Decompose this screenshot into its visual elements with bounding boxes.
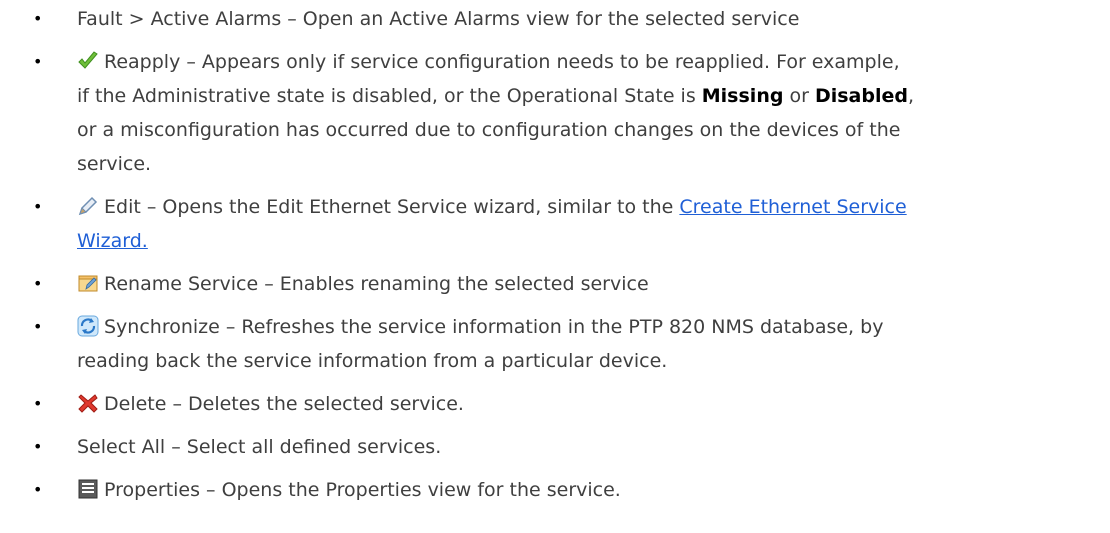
item-content: Reapply – Appears only if service config… [77, 45, 1097, 181]
or-text: or [783, 85, 815, 107]
sync-desc-1: Synchronize – Refreshes the service info… [104, 316, 884, 338]
edit-line-1: Edit – Opens the Edit Ethernet Service w… [77, 190, 1097, 224]
folder-rename-icon [77, 272, 99, 294]
delete-line: Delete – Deletes the selected service. [77, 387, 1097, 421]
item-content: Select All – Select all defined services… [77, 430, 1097, 464]
item-content: Properties – Opens the Properties view f… [77, 473, 1097, 507]
create-ethernet-service-link[interactable]: Create Ethernet Service [679, 196, 906, 218]
reapply-line-2-text: if the Administrative state is disabled,… [77, 85, 702, 107]
select-all-text: Select All – Select all defined services… [77, 436, 442, 458]
reapply-line-3: or a misconfiguration has occurred due t… [77, 119, 901, 141]
disabled-state: Disabled [814, 85, 908, 107]
sync-icon [77, 315, 99, 337]
properties-line: Properties – Opens the Properties view f… [77, 473, 1097, 507]
missing-state: Missing [701, 85, 784, 107]
sync-line-1: Synchronize – Refreshes the service info… [77, 310, 1097, 344]
create-ethernet-service-wizard-link[interactable]: Wizard. [77, 230, 148, 252]
bullet: • [33, 52, 43, 71]
rename-text: Rename Service – Enables renaming the se… [104, 273, 649, 295]
bullet-list: • Fault > Active Alarms – Open an Active… [0, 0, 1110, 533]
bullet: • [33, 437, 43, 456]
active-alarms-text: Fault > Active Alarms – Open an Active A… [77, 8, 800, 30]
item-content: Synchronize – Refreshes the service info… [77, 310, 1097, 378]
edit-line-2: Wizard. [77, 224, 1097, 258]
item-content: Delete – Deletes the selected service. [77, 387, 1097, 421]
sync-line-2: reading back the service information fro… [77, 350, 668, 372]
comma: , [907, 85, 915, 107]
properties-icon [77, 478, 99, 500]
checkmark-icon [77, 50, 99, 72]
bullet: • [33, 394, 43, 413]
reapply-desc: – Appears only if service configuration … [180, 51, 900, 73]
item-content: Rename Service – Enables renaming the se… [77, 267, 1097, 301]
bullet: • [33, 197, 43, 216]
rename-line: Rename Service – Enables renaming the se… [77, 267, 1097, 301]
item-content: Fault > Active Alarms – Open an Active A… [77, 2, 1097, 36]
bullet: • [33, 480, 43, 499]
delete-x-icon [77, 392, 99, 414]
delete-text: Delete – Deletes the selected service. [104, 393, 464, 415]
pencil-icon [77, 195, 99, 217]
edit-desc: Edit – Opens the Edit Ethernet Service w… [104, 196, 680, 218]
reapply-line-2: if the Administrative state is disabled,… [77, 79, 1097, 113]
reapply-line-1: Reapply – Appears only if service config… [77, 45, 1097, 79]
properties-text: Properties – Opens the Properties view f… [104, 479, 621, 501]
reapply-line-4: service. [77, 153, 152, 175]
bullet: • [33, 9, 43, 28]
reapply-label: Reapply [104, 51, 181, 73]
bullet: • [33, 317, 43, 336]
bullet: • [33, 274, 43, 293]
item-content: Edit – Opens the Edit Ethernet Service w… [77, 190, 1097, 258]
